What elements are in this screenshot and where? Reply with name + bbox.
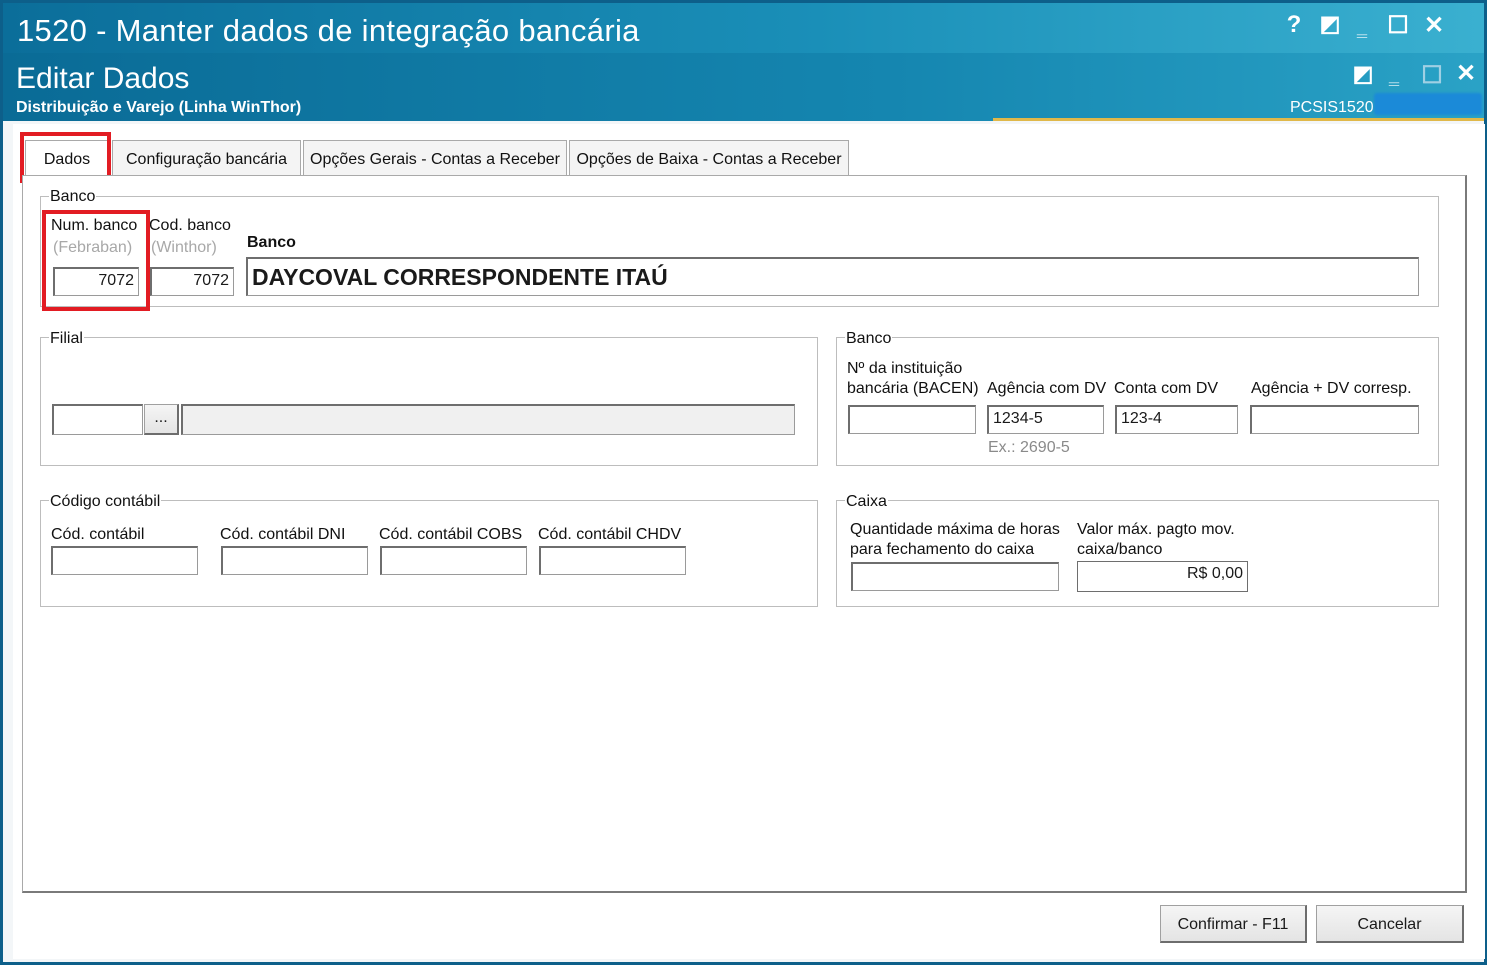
confirm-button[interactable]: Confirmar - F11: [1160, 905, 1307, 943]
form-header: Editar Dados Distribuição e Varejo (Linh…: [3, 53, 1484, 121]
group-filial-label: Filial: [49, 330, 84, 348]
tab-opcoes-baixa[interactable]: Opções de Baixa - Contas a Receber: [569, 140, 849, 176]
window-frame: 1520 - Manter dados de integração bancár…: [0, 0, 1487, 965]
header-accent-line: [993, 118, 1484, 121]
filial-name-field: [181, 404, 795, 435]
title-bar: 1520 - Manter dados de integração bancár…: [3, 3, 1484, 53]
cod-contabil-label: Cód. contábil: [51, 526, 145, 543]
form-subtitle: Distribuição e Varejo (Linha WinThor): [16, 99, 302, 116]
cod-contabil-input[interactable]: [51, 546, 198, 575]
group-filial: [40, 337, 818, 466]
cod-contabil-dni-input[interactable]: [221, 546, 368, 575]
tab-configuracao-bancaria[interactable]: Configuração bancária: [112, 140, 301, 176]
filial-browse-button[interactable]: ...: [144, 404, 179, 435]
form-close-icon[interactable]: ✕: [1451, 59, 1481, 88]
group-banco-top-label: Banco: [49, 188, 97, 206]
tab-opcoes-gerais-label: Opções Gerais - Contas a Receber: [310, 151, 560, 168]
form-minimize-icon[interactable]: ‗: [1379, 65, 1409, 86]
maximize-icon[interactable]: ☐: [1383, 11, 1413, 40]
help-icon[interactable]: ?: [1279, 11, 1309, 39]
cod-contabil-chdv-label: Cód. contábil CHDV: [538, 526, 682, 543]
restore-edit-icon[interactable]: ◩: [1315, 11, 1345, 37]
form-restore-edit-icon[interactable]: ◩: [1348, 61, 1378, 87]
window-title: 1520 - Manter dados de integração bancár…: [17, 13, 640, 48]
close-icon[interactable]: ✕: [1419, 11, 1449, 40]
tab-configuracao-bancaria-label: Configuração bancária: [126, 151, 287, 168]
banco-name-input[interactable]: DAYCOVAL CORRESPONDENTE ITAÚ: [246, 257, 1419, 296]
group-codigo-contabil-label: Código contábil: [49, 493, 162, 511]
cod-contabil-dni-label: Cód. contábil DNI: [220, 526, 346, 543]
group-caixa-label: Caixa: [845, 493, 888, 511]
group-banco-right: [836, 337, 1439, 466]
cod-contabil-cobs-label: Cód. contábil COBS: [379, 526, 523, 543]
redacted-area: [1374, 93, 1482, 115]
agencia-corresp-input[interactable]: [1250, 405, 1419, 434]
valor-label-line2: caixa/banco: [1077, 541, 1163, 558]
bacen-label-line1: Nº da instituição: [847, 360, 963, 377]
agencia-corresp-label: Agência + DV corresp.: [1251, 380, 1412, 397]
cod-banco-label: Cod. banco: [149, 217, 231, 234]
banco-name-label: Banco: [247, 234, 296, 251]
horas-label-line2: para fechamento do caixa: [850, 541, 1035, 558]
conta-label: Conta com DV: [1114, 380, 1219, 397]
group-banco-right-label: Banco: [845, 330, 893, 348]
tab-opcoes-baixa-label: Opções de Baixa - Contas a Receber: [576, 151, 842, 168]
cod-contabil-chdv-input[interactable]: [539, 546, 686, 575]
horas-input[interactable]: [851, 562, 1059, 591]
agencia-hint: Ex.: 2690-5: [988, 439, 1070, 456]
valor-input[interactable]: R$ 0,00: [1077, 561, 1248, 592]
bacen-label-line2: bancária (BACEN): [847, 380, 979, 397]
agencia-label: Agência com DV: [987, 380, 1107, 397]
program-code: PCSIS1520: [1290, 99, 1374, 116]
bacen-input[interactable]: [848, 405, 976, 434]
conta-input[interactable]: 123-4: [1115, 405, 1238, 434]
cod-banco-sublabel: (Winthor): [151, 239, 217, 256]
valor-label-line1: Valor máx. pagto mov.: [1077, 521, 1235, 538]
cod-contabil-cobs-input[interactable]: [380, 546, 527, 575]
filial-code-input[interactable]: [52, 404, 143, 435]
horas-label-line1: Quantidade máxima de horas: [850, 521, 1060, 538]
cancel-button[interactable]: Cancelar: [1316, 905, 1464, 943]
agencia-input[interactable]: 1234-5: [987, 405, 1104, 434]
highlight-num-banco: [42, 210, 150, 311]
tab-opcoes-gerais[interactable]: Opções Gerais - Contas a Receber: [303, 140, 567, 176]
form-title: Editar Dados: [16, 62, 190, 95]
minimize-icon[interactable]: ‗: [1347, 17, 1377, 38]
form-maximize-icon[interactable]: ☐: [1417, 61, 1447, 90]
cod-banco-input[interactable]: 7072: [150, 267, 234, 296]
